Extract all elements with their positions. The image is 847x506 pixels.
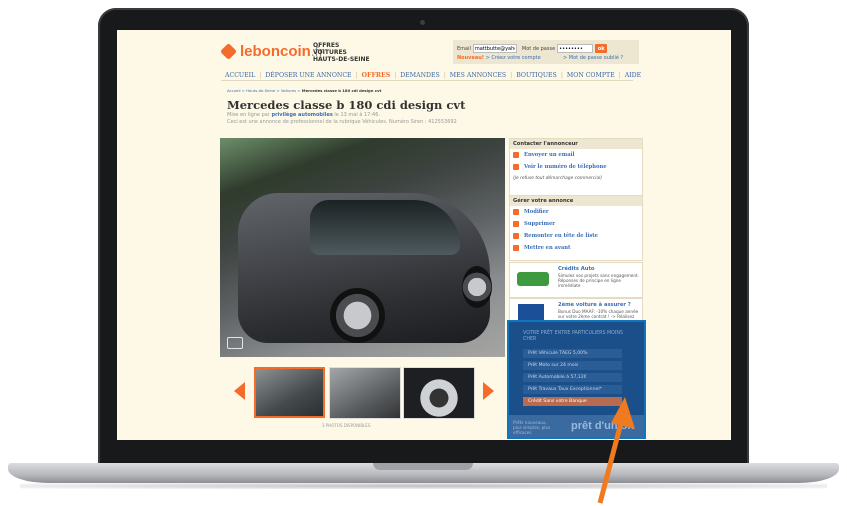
loan-item-auto[interactable]: Prêt Automobile à 57,12€ (523, 373, 622, 382)
email-icon (513, 152, 519, 158)
send-email-label: Envoyer un email (524, 152, 575, 158)
loan-item-vehicle[interactable]: Prêt Véhicule TAEG 5,00% (523, 349, 622, 358)
listing-meta: Mise en ligne par privilège automobiles … (227, 112, 380, 118)
camera-icon (420, 20, 425, 25)
password-label: Mot de passe (521, 45, 556, 52)
laptop-notch (373, 463, 473, 470)
car-windows (310, 200, 460, 255)
forgot-password-link[interactable]: > Mot de passe oublié ? (563, 55, 623, 61)
nav-home[interactable]: ACCUEIL (221, 72, 259, 79)
password-field[interactable] (557, 44, 594, 53)
nav-post-ad[interactable]: DÉPOSER UNE ANNONCE (261, 72, 355, 79)
meta-prefix: Mise en ligne par (227, 112, 272, 118)
up-arrow-icon (513, 233, 519, 239)
nav-requests[interactable]: DEMANDES (396, 72, 443, 79)
photo-thumbnail-2[interactable] (329, 367, 401, 419)
manage-heading: Gérer votre annonce (510, 196, 642, 206)
pointer-arrow-icon (597, 397, 635, 504)
email-field[interactable] (472, 44, 517, 53)
bump-ad-link[interactable]: Remonter en tête de liste (510, 230, 642, 242)
photo-thumbnail-1[interactable] (254, 367, 325, 418)
main-nav: ACCUEIL | DÉPOSER UNE ANNONCE | OFFRES | DE… (221, 70, 641, 81)
meta-suffix: le 13 mai à 17:46. (332, 112, 380, 118)
edit-ad-link[interactable]: Modifier (510, 206, 642, 218)
edit-label: Modifier (524, 209, 549, 215)
nav-my-ads[interactable]: MES ANNONCES (446, 72, 510, 79)
category-meta: OFFRES VOITURES HAUTS-DE-SEINE (313, 42, 370, 63)
feature-label: Mettre en avant (524, 245, 571, 251)
main-car-photo[interactable] (220, 138, 505, 357)
photo-thumbnail-3[interactable] (403, 367, 475, 419)
trash-icon (513, 221, 519, 227)
photos-count: 3 PHOTOS DISPONIBLES (322, 423, 371, 428)
loan-item-moto[interactable]: Prêt Moto sur 24 mois (523, 361, 622, 370)
breadcrumb-current: Mercedes classe b 180 cdi design cvt (301, 88, 382, 93)
delete-ad-link[interactable]: Supprimer (510, 218, 642, 230)
maaf-heading: 2ème voiture à assurer ? (558, 302, 631, 308)
laptop-shadow (20, 483, 827, 489)
browser-screen: leboncoin .fr OFFRES VOITURES HAUTS-DE-S… (117, 30, 731, 440)
feature-ad-link[interactable]: Mettre en avant (510, 242, 642, 254)
camera-icon (227, 337, 243, 349)
contact-note: (Je refuse tout démarchage commercial) (513, 176, 603, 181)
listing-title: Mercedes classe b 180 cdi design cvt (227, 98, 466, 112)
breadcrumb-path[interactable]: Accueil > Hauts-de-Seine > Voitures > (227, 88, 302, 93)
nav-shops[interactable]: BOUTIQUES (512, 72, 561, 79)
delete-label: Supprimer (524, 221, 555, 227)
loan-item-works[interactable]: Prêt Travaux Taux Exceptionnel* (523, 385, 622, 394)
contact-heading: Contacter l'annonceur (510, 139, 642, 149)
seller-link[interactable]: privilège automobiles (271, 112, 332, 118)
meta-line-2: VOITURES (313, 49, 347, 56)
car-front-wheel (330, 288, 385, 343)
credit-auto-heading: Crédits Auto (558, 266, 595, 272)
meta-line-3: HAUTS-DE-SEINE (313, 56, 370, 63)
car-rear-wheel (462, 266, 492, 308)
nav-account[interactable]: MON COMPTE (563, 72, 619, 79)
breadcrumb[interactable]: Accueil > Hauts-de-Seine > Voitures > Me… (227, 88, 381, 93)
nav-offers[interactable]: OFFRES (358, 72, 395, 79)
create-account-link[interactable]: > Créez votre compte (486, 55, 541, 61)
credit-auto-ad[interactable]: Crédits Auto Simulez vos projets sans en… (509, 262, 643, 298)
next-photo-arrow-icon[interactable] (483, 382, 494, 400)
credit-auto-text: Simulez vos projets sans engagement. Rép… (558, 273, 640, 288)
loan-title: VOTRE PRÊT ENTRE PARTICULIERS MOINS CHER (523, 331, 623, 342)
prev-photo-arrow-icon[interactable] (234, 382, 245, 400)
listing-meta-line-2: Ceci est une annonce de professionnel de… (227, 119, 457, 125)
loan-footer-text: Prêts nouveaux, plus simples, plus effic… (513, 420, 551, 435)
manage-box: Gérer votre annonce Modifier Supprimer R… (509, 195, 643, 261)
show-phone-label: Voir le numéro de téléphone (524, 164, 607, 170)
login-ok-button[interactable]: ok (595, 44, 608, 53)
login-box: Email Mot de passe ok Nouveau! > Créez v… (453, 40, 639, 64)
meta-line-1: OFFRES (313, 42, 340, 49)
credit-auto-logo (517, 272, 549, 286)
show-phone-link[interactable]: Voir le numéro de téléphone (510, 161, 642, 173)
new-label: Nouveau! (457, 55, 485, 61)
pencil-icon (513, 209, 519, 215)
logo-text: leboncoin (240, 43, 311, 60)
phone-icon (513, 164, 519, 170)
nav-help[interactable]: AIDE (621, 72, 645, 79)
email-label: Email (457, 45, 471, 52)
send-email-link[interactable]: Envoyer un email (510, 149, 642, 161)
contact-box: Contacter l'annonceur Envoyer un email V… (509, 138, 643, 196)
bump-label: Remonter en tête de liste (524, 233, 598, 239)
site-logo[interactable]: leboncoin .fr (220, 43, 324, 60)
star-icon (513, 245, 519, 251)
logo-icon (220, 43, 237, 60)
